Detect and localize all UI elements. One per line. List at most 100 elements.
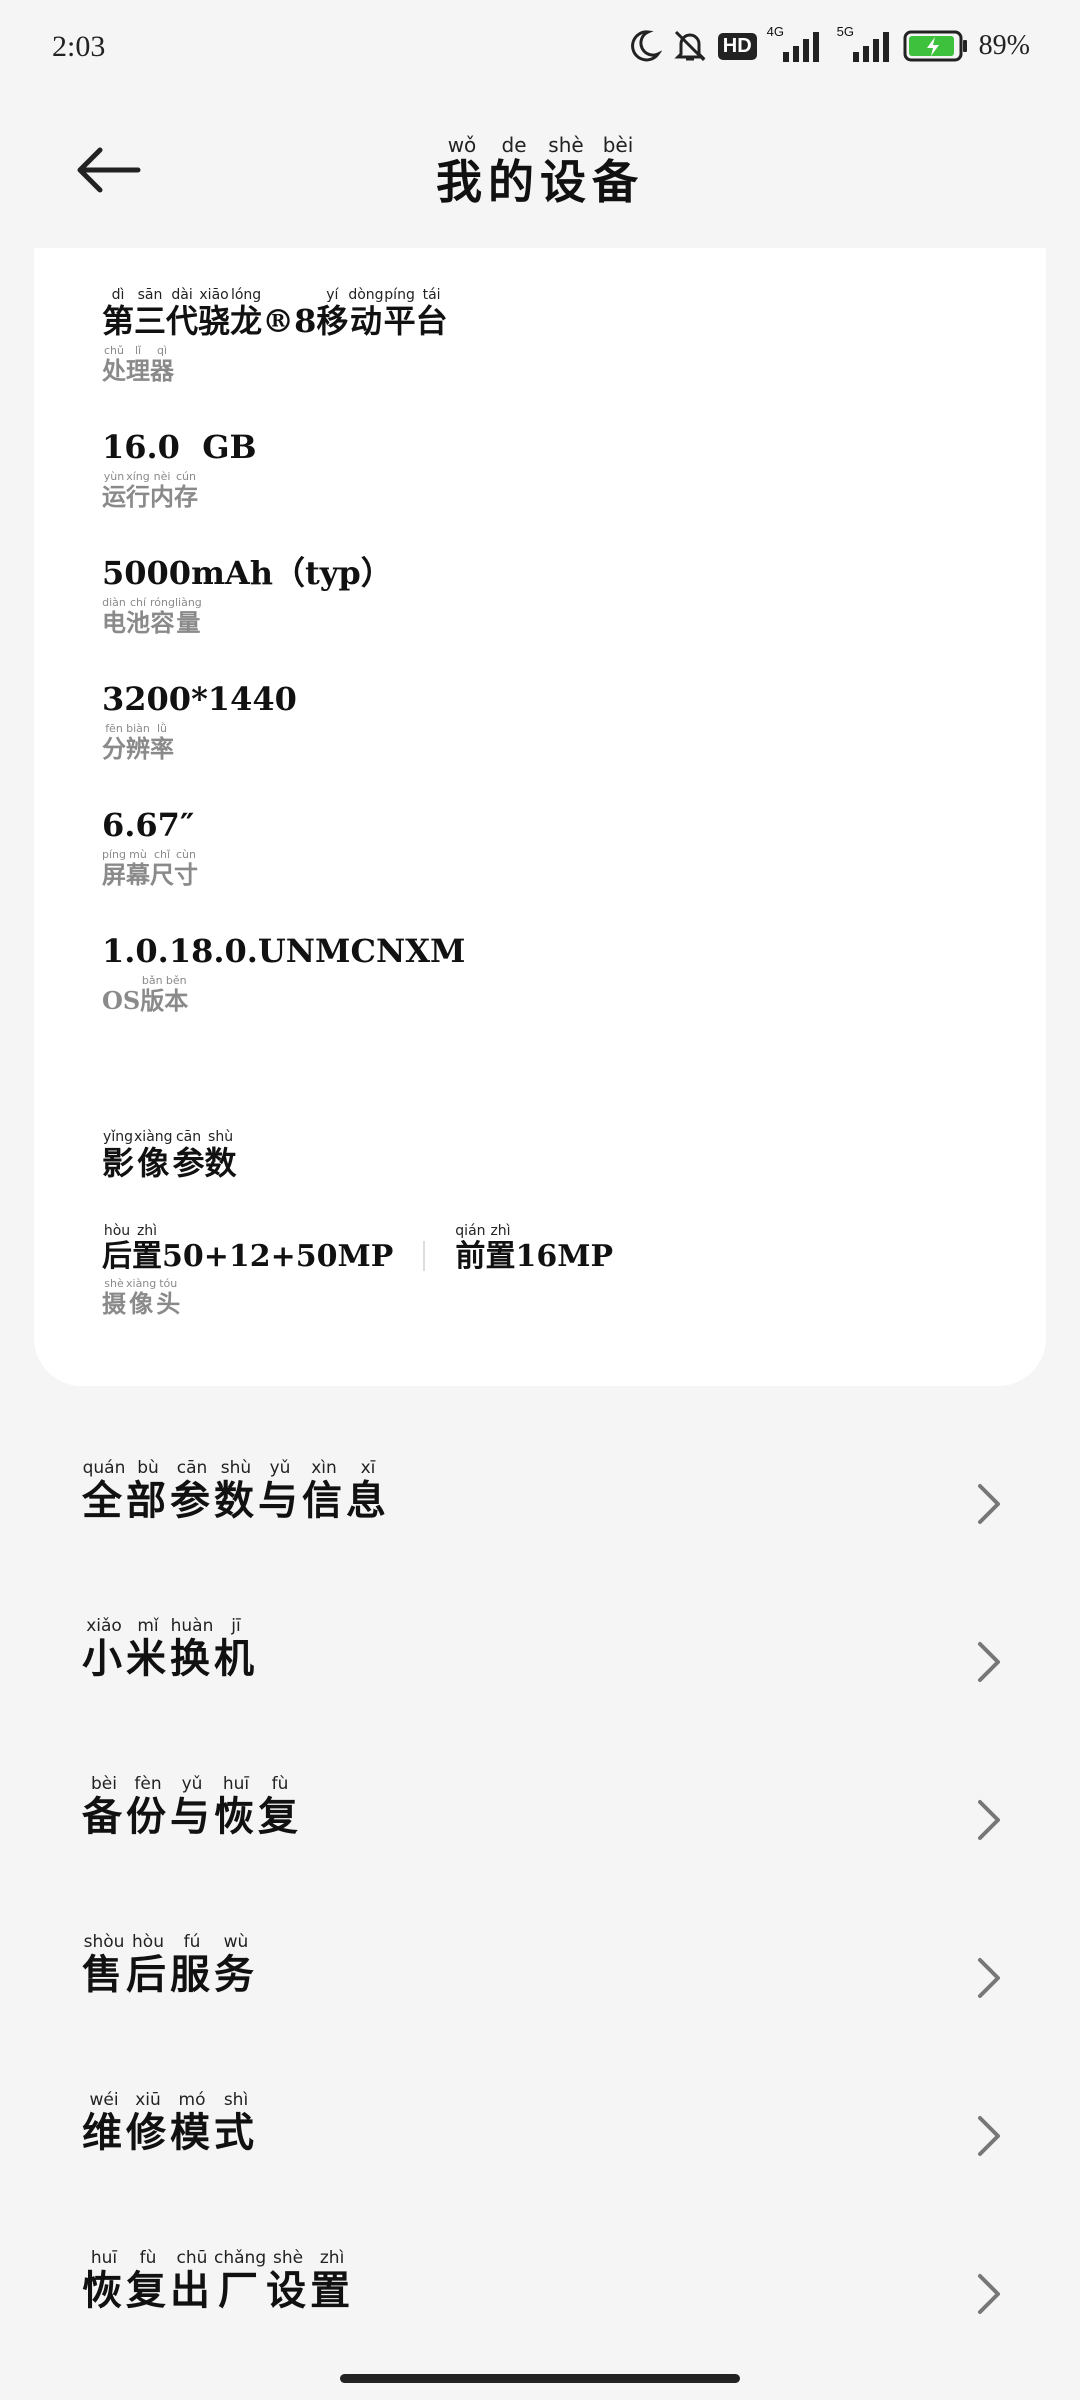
- ruby-char: 厂chǎng: [214, 2248, 267, 2314]
- rear-camera: 后hòu置zhì50+12+50MP: [102, 1223, 394, 1275]
- device-info-card: 第dì三sān代dài骁xiāo龙lóng®8移yí动dòng平píng台tái…: [34, 248, 1046, 1386]
- chevron-right-icon: [978, 1958, 1000, 1998]
- menu-item-xiaomi-transfer[interactable]: 小xiǎo米mǐ换huàn机jī: [0, 1596, 1080, 1716]
- ruby-char: 设shè: [540, 133, 592, 209]
- chevron-right-icon: [978, 1484, 1000, 1524]
- battery-capacity-label: 电diàn池chí容róng量liàng: [102, 596, 393, 638]
- ruby-char: 我wǒ: [436, 133, 488, 209]
- ruby-char: 运yùn: [102, 470, 126, 512]
- ruby-char: 影yǐng: [102, 1129, 135, 1182]
- ruby-char: 移yí: [316, 287, 349, 340]
- menu-item-factory-reset[interactable]: 恢huī复fù出chū厂chǎng设shè置zhì: [0, 2228, 1080, 2348]
- ruby-char: 容róng: [150, 596, 175, 638]
- ruby-char: 服fú: [170, 1932, 214, 1998]
- ruby-char: 前qián: [455, 1223, 486, 1274]
- menu-item-after-sales[interactable]: 售shòu后hòu服fú务wù: [0, 1912, 1080, 2032]
- ruby-char: 备bèi: [82, 1774, 126, 1840]
- header: 我wǒ的de设shè备bèi: [0, 120, 1080, 230]
- ruby-char: 版bǎn: [140, 974, 165, 1016]
- ruby-char: 动dòng: [348, 287, 384, 340]
- ruby-char: 设shè: [266, 2248, 311, 2314]
- moon-icon: [630, 30, 662, 62]
- menu-item-label: 恢huī复fù出chū厂chǎng设shè置zhì: [82, 2248, 355, 2316]
- ruby-char: 后hòu: [102, 1223, 132, 1274]
- front-camera-label: 前qián置zhì: [455, 1223, 516, 1274]
- ruby-char: 维wéi: [82, 2090, 126, 2156]
- ruby-char: 像xiàng: [134, 1129, 173, 1182]
- hd-icon: HD: [717, 32, 757, 60]
- home-indicator[interactable]: [340, 2374, 740, 2383]
- ruby-char: 备bèi: [592, 133, 644, 209]
- ram-value: 16.0 GB: [102, 428, 257, 466]
- ruby-char: 龙lóng: [230, 287, 263, 340]
- camera-divider: [423, 1241, 426, 1271]
- ruby-char: 量liàng: [174, 596, 202, 638]
- ruby-char: 像xiàng: [126, 1277, 157, 1318]
- ruby-char: 后hòu: [126, 1932, 170, 1998]
- spec-ram: 16.0 GB 运yùn行xíng内nèi存cún: [102, 428, 257, 512]
- menu-item-label: 全quán部bù参cān数shù与yǔ信xìn息xī: [82, 1458, 390, 1526]
- ruby-char: 器qì: [150, 344, 174, 386]
- ruby-char: 置zhì: [485, 1223, 516, 1274]
- processor-platform: 移yí动dòng平píng台tái: [316, 287, 447, 340]
- ruby-char: 存cún: [174, 470, 198, 512]
- battery-capacity-value: 5000mAh（typ）: [102, 554, 393, 592]
- ruby-char: 内nèi: [150, 470, 174, 512]
- ruby-char: 售shòu: [82, 1932, 126, 1998]
- ruby-char: 幕mù: [126, 848, 150, 890]
- ruby-char: 辨biàn: [126, 722, 150, 764]
- status-time: 2:03: [52, 30, 106, 63]
- menu-item-label: 维wéi修xiū模mó式shì: [82, 2090, 258, 2158]
- front-camera-value: 16MP: [515, 1239, 614, 1274]
- ruby-char: 恢huī: [82, 2248, 126, 2314]
- chevron-right-icon: [978, 1800, 1000, 1840]
- ruby-char: 数shù: [214, 1458, 258, 1524]
- bell-off-icon: [674, 30, 706, 62]
- page-title: 我wǒ的de设shè备bèi: [0, 133, 1080, 212]
- ruby-char: 处chǔ: [102, 344, 126, 386]
- ruby-char: 头tóu: [156, 1277, 181, 1318]
- os-version-value: 1.0.18.0.UNMCNXM: [102, 932, 466, 970]
- ruby-char: 寸cùn: [174, 848, 198, 890]
- ruby-char: 行xíng: [126, 470, 150, 512]
- chevron-right-icon: [978, 1642, 1000, 1682]
- menu-item-repair-mode[interactable]: 维wéi修xiū模mó式shì: [0, 2070, 1080, 2190]
- menu-item-label: 售shòu后hòu服fú务wù: [82, 1932, 258, 2000]
- ruby-char: 分fēn: [102, 722, 126, 764]
- os-version-label: OS版bǎn本běn: [102, 974, 465, 1016]
- os-prefix: OS: [102, 986, 141, 1016]
- ruby-char: 米mǐ: [126, 1616, 170, 1682]
- ruby-char: 置zhì: [310, 2248, 355, 2314]
- ruby-char: 务wù: [214, 1932, 258, 1998]
- ruby-char: 置zhì: [132, 1223, 162, 1274]
- processor-name: 第dì三sān代dài骁xiāo龙lóng: [102, 287, 263, 340]
- camera-section-title: 影yǐng像xiàng参cān数shù: [102, 1129, 237, 1184]
- menu-item-label: 小xiǎo米mǐ换huàn机jī: [82, 1616, 258, 1684]
- ruby-char: 率lǜ: [150, 722, 174, 764]
- ruby-char: 复fù: [258, 1774, 302, 1840]
- camera-row: 后hòu置zhì50+12+50MP 前qián置zhì16MP: [102, 1223, 614, 1275]
- menu-item-backup-restore[interactable]: 备bèi份fèn与yǔ恢huī复fù: [0, 1754, 1080, 1874]
- camera-label: 摄shè像xiàng头tóu: [102, 1277, 181, 1319]
- chevron-right-icon: [978, 2274, 1000, 2314]
- resolution-label: 分fēn辨biàn率lǜ: [102, 722, 297, 764]
- chevron-right-icon: [978, 2116, 1000, 2156]
- ruby-char: 与yǔ: [258, 1458, 302, 1524]
- ruby-char: 屏píng: [102, 848, 126, 890]
- ruby-char: 机jī: [214, 1616, 258, 1682]
- ruby-char: 骁xiāo: [198, 287, 231, 340]
- processor-model: ®8: [262, 302, 317, 340]
- ruby-char: 式shì: [214, 2090, 258, 2156]
- ruby-char: 尺chǐ: [150, 848, 174, 890]
- ruby-char: 第dì: [102, 287, 135, 340]
- ruby-char: 数shù: [204, 1129, 237, 1182]
- ruby-char: 全quán: [82, 1458, 126, 1524]
- ruby-char: 部bù: [126, 1458, 170, 1524]
- spec-battery: 5000mAh（typ） 电diàn池chí容róng量liàng: [102, 554, 393, 638]
- ruby-char: 摄shè: [102, 1277, 126, 1318]
- menu-item-all-specs[interactable]: 全quán部bù参cān数shù与yǔ信xìn息xī: [0, 1438, 1080, 1558]
- rear-camera-label: 后hòu置zhì: [102, 1223, 162, 1274]
- menu-item-label: 备bèi份fèn与yǔ恢huī复fù: [82, 1774, 302, 1842]
- rear-camera-value: 50+12+50MP: [162, 1239, 394, 1274]
- ruby-char: 三sān: [134, 287, 167, 340]
